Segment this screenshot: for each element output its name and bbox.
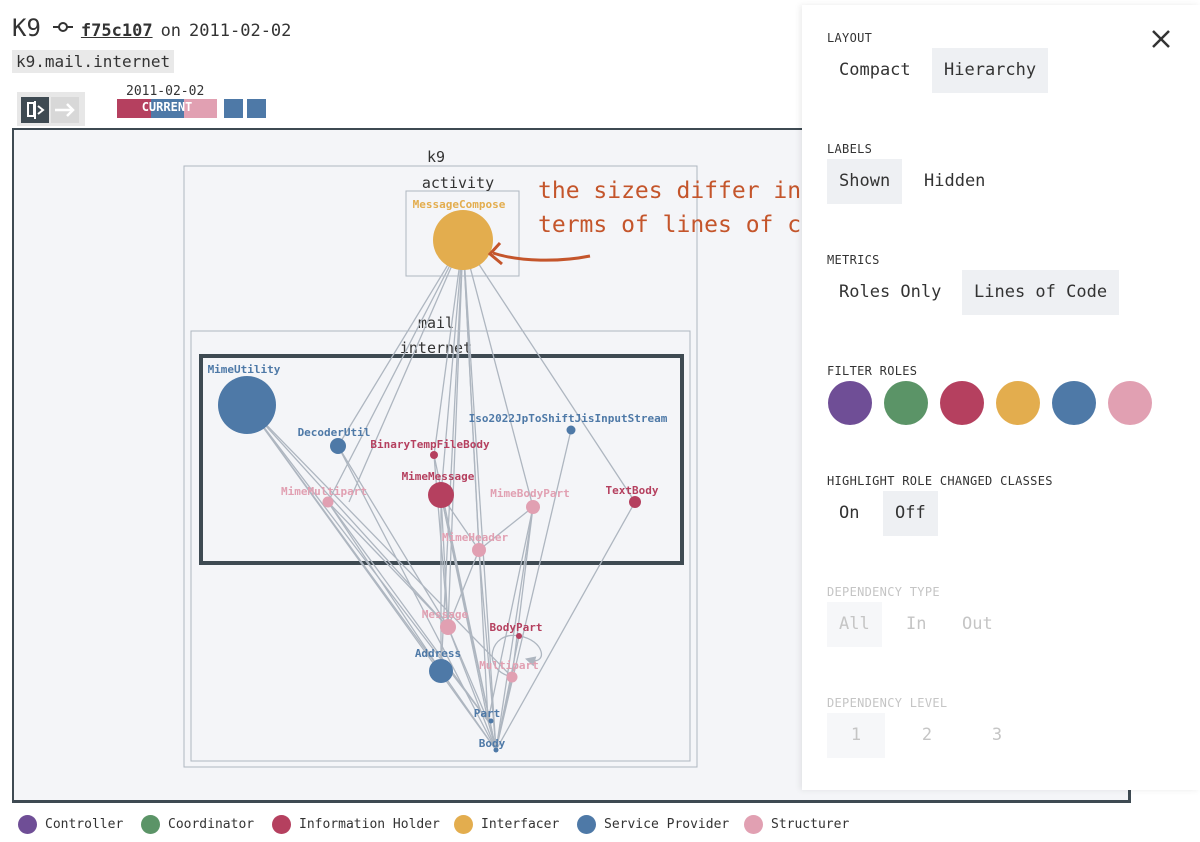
dependency-level-2-option[interactable]: 2	[898, 713, 956, 758]
layout-compact-option[interactable]: Compact	[827, 48, 923, 93]
node-message	[440, 619, 456, 635]
legend-item-structurer: Structurer	[744, 815, 849, 834]
layout-hierarchy-option[interactable]: Hierarchy	[932, 48, 1049, 93]
node-mime-multipart	[322, 496, 334, 508]
filter-role-information-holder[interactable]	[940, 381, 984, 425]
package-label-k9: k9	[427, 148, 445, 166]
node-iso2022	[566, 425, 576, 435]
highlight-off-option[interactable]: Off	[883, 491, 938, 536]
node-label-mime-body-part: MimeBodyPart	[490, 487, 569, 500]
legend-item-information-holder: Information Holder	[272, 815, 440, 834]
node-message-compose	[433, 210, 493, 270]
node-label-mime-utility: MimeUtility	[208, 363, 281, 376]
annotation-line-1: the sizes differ in	[538, 178, 801, 204]
node-label-mime-header: MimeHeader	[442, 531, 509, 544]
legend-dot	[454, 815, 473, 834]
legend-item-coordinator: Coordinator	[141, 815, 254, 834]
node-label-part: Part	[474, 707, 501, 720]
node-label-message: Message	[422, 608, 469, 621]
node-label-multipart: Multipart	[479, 659, 539, 672]
legend-label: Controller	[45, 817, 124, 832]
node-mime-header	[472, 543, 486, 557]
legend-label: Information Holder	[299, 817, 440, 832]
node-label-body-part: BodyPart	[490, 621, 543, 634]
legend-dot	[18, 815, 37, 834]
legend-item-service-provider: Service Provider	[577, 815, 729, 834]
filter-role-service-provider[interactable]	[1052, 381, 1096, 425]
labels-hidden-option[interactable]: Hidden	[912, 159, 997, 204]
node-label-mime-multipart: MimeMultipart	[281, 485, 367, 498]
filter-role-structurer[interactable]	[1108, 381, 1152, 425]
legend-label: Interfacer	[481, 817, 560, 832]
layout-section-label: LAYOUT	[827, 31, 873, 45]
annotation-line-2: terms of lines of code	[538, 212, 843, 238]
legend-label: Structurer	[771, 817, 850, 832]
legend-dot	[744, 815, 763, 834]
dependency-type-in-option[interactable]: In	[894, 602, 938, 647]
node-decoder-util	[330, 438, 346, 454]
node-label-decoder-util: DecoderUtil	[298, 426, 371, 439]
dependency-type-all-option[interactable]: All	[827, 602, 882, 647]
dependency-level-1-option[interactable]: 1	[827, 713, 885, 758]
legend-item-controller: Controller	[18, 815, 123, 834]
filter-role-coordinator[interactable]	[884, 381, 928, 425]
dependency-level-3-option[interactable]: 3	[968, 713, 1026, 758]
node-binary-temp-file-body	[430, 451, 438, 459]
legend-item-interfacer: Interfacer	[454, 815, 559, 834]
node-label-binary-temp-file-body: BinaryTempFileBody	[370, 438, 490, 451]
dependency-level-section-label: DEPENDENCY LEVEL	[827, 696, 948, 710]
node-label-iso2022: Iso2022JpToShiftJisInputStream	[469, 412, 668, 425]
labels-section-label: LABELS	[827, 142, 873, 156]
metrics-lines-of-code-option[interactable]: Lines of Code	[962, 270, 1120, 315]
legend-label: Service Provider	[604, 817, 730, 832]
metrics-section-label: METRICS	[827, 253, 880, 267]
node-label-body: Body	[479, 737, 506, 750]
highlight-section-label: HIGHLIGHT ROLE CHANGED CLASSES	[827, 474, 1053, 488]
node-mime-message	[428, 482, 454, 508]
node-label-mime-message: MimeMessage	[402, 470, 475, 483]
highlight-on-option[interactable]: On	[827, 491, 871, 536]
dependency-type-section-label: DEPENDENCY TYPE	[827, 585, 940, 599]
node-text-body	[629, 496, 641, 508]
dependency-type-out-option[interactable]: Out	[950, 602, 1005, 647]
filter-role-controller[interactable]	[828, 381, 872, 425]
annotation-arrow	[492, 251, 591, 262]
node-mime-body-part	[526, 500, 540, 514]
close-icon[interactable]	[1148, 26, 1174, 52]
node-multipart	[506, 671, 518, 683]
node-label-text-body: TextBody	[606, 484, 659, 497]
legend-dot	[577, 815, 596, 834]
package-label-activity: activity	[422, 174, 494, 192]
filter-roles-section-label: FILTER ROLES	[827, 364, 918, 378]
node-label-address: Address	[415, 647, 461, 660]
node-address	[429, 659, 453, 683]
legend-dot	[141, 815, 160, 834]
filter-role-interfacer[interactable]	[996, 381, 1040, 425]
legend-label: Coordinator	[168, 817, 255, 832]
labels-shown-option[interactable]: Shown	[827, 159, 903, 204]
node-mime-utility	[218, 376, 276, 434]
legend-dot	[272, 815, 291, 834]
node-label-message-compose: MessageCompose	[413, 198, 506, 211]
metrics-roles-only-option[interactable]: Roles Only	[827, 270, 953, 315]
